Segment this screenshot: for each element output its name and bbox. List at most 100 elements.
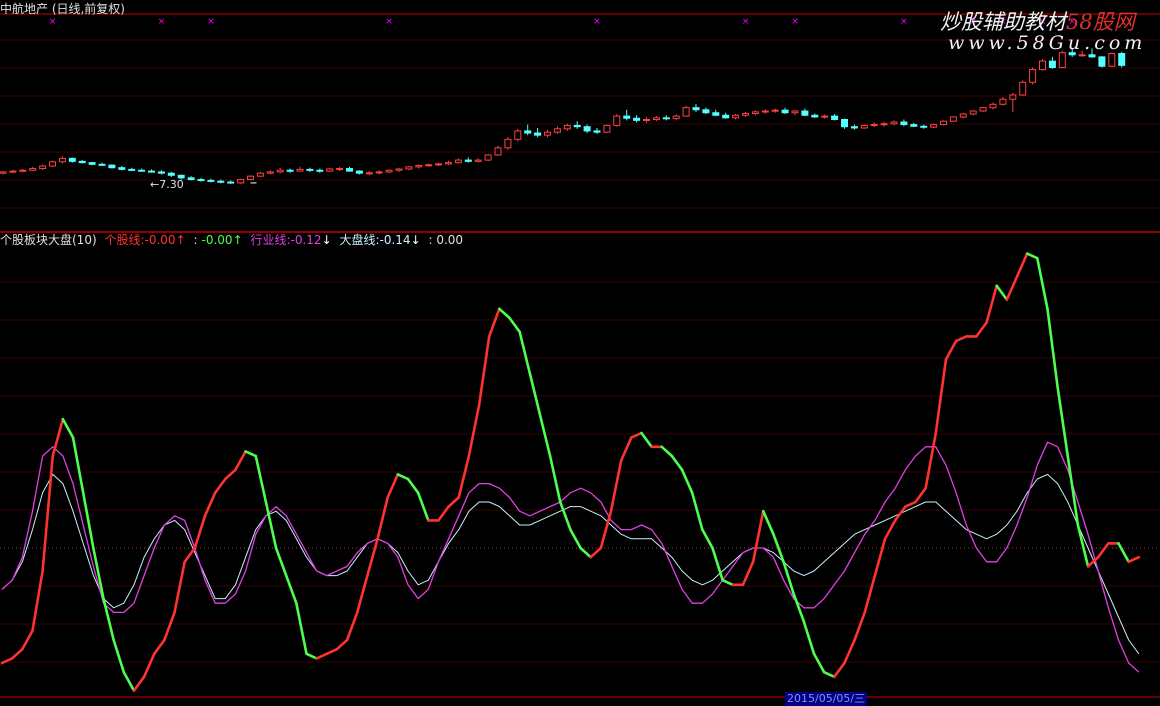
candle-body	[593, 130, 601, 133]
candle-body	[306, 168, 314, 171]
stock-line-segment	[904, 500, 917, 508]
stock-line-segment	[61, 417, 75, 439]
stock-line-segment	[883, 519, 897, 541]
stock-line-segment	[437, 505, 450, 522]
candle-body	[969, 110, 977, 115]
candle-body	[88, 162, 96, 165]
candle-body	[68, 157, 76, 162]
candle-body	[365, 172, 373, 175]
candle-body	[999, 98, 1007, 105]
candle-body	[1058, 52, 1066, 68]
candle-body	[474, 159, 482, 162]
candle-body	[375, 171, 383, 174]
stock-line-segment	[386, 473, 400, 499]
candle-body	[1108, 53, 1116, 67]
event-marker: ×	[742, 17, 750, 27]
candle-body	[385, 169, 393, 173]
candle-body	[751, 111, 759, 115]
candle-body	[425, 164, 433, 167]
stock-line-segment	[1036, 256, 1049, 311]
stock-line-segment	[1025, 252, 1039, 260]
industry-line	[1, 441, 1140, 673]
candle-body	[197, 179, 205, 182]
candle-body	[672, 115, 680, 120]
candle-body	[247, 175, 254, 181]
stock-line-segment	[1127, 555, 1141, 564]
candle-body	[464, 159, 472, 162]
candle-body	[237, 179, 245, 184]
stock-line-segment	[853, 611, 867, 642]
candle-body	[623, 115, 631, 119]
candle-body	[821, 115, 829, 118]
candle-body	[484, 154, 492, 161]
candle-body	[207, 179, 215, 182]
candle-body	[959, 113, 967, 118]
candle-body	[1009, 94, 1017, 100]
stock-line-segment	[741, 560, 755, 587]
candle-body	[445, 162, 452, 165]
candle-body	[544, 131, 551, 136]
candle-body	[831, 115, 839, 120]
stock-line-segment	[122, 670, 136, 692]
event-marker: ×	[900, 17, 908, 27]
event-marker: ×	[791, 17, 799, 27]
stock-line-segment	[701, 528, 714, 550]
candle-body	[286, 169, 294, 172]
event-marker: ×	[158, 17, 166, 27]
candle-body	[771, 109, 779, 112]
candle-body	[227, 181, 235, 184]
stock-line-segment	[528, 371, 542, 416]
candle-body	[355, 170, 363, 174]
stock-line-segment	[254, 454, 268, 504]
candle-body	[989, 103, 997, 109]
stock-line-segment	[863, 574, 877, 614]
header-item-stock-down: : -0.00↑	[193, 233, 243, 247]
stock-line-segment	[203, 491, 217, 518]
candle-body	[454, 159, 462, 164]
stock-line-segment	[10, 647, 24, 660]
candle-body	[326, 168, 334, 172]
candle-body	[167, 172, 175, 176]
candle-body	[940, 120, 947, 126]
stock-line-segment	[579, 546, 593, 559]
stock-line-segment	[1015, 252, 1029, 278]
candle-body	[583, 126, 591, 132]
candle-body	[890, 121, 898, 125]
candle-body	[979, 107, 987, 112]
event-marker: ×	[49, 17, 57, 27]
stock-line-segment	[914, 486, 927, 504]
stock-line-segment	[751, 509, 765, 564]
stock-line-segment	[832, 661, 846, 679]
candle-body	[78, 160, 86, 164]
candle-body	[553, 128, 561, 133]
stock-line-segment	[41, 454, 55, 573]
header-item-market: 大盘线:-0.14↓	[339, 233, 421, 247]
candle-body	[643, 118, 650, 121]
candle-body	[742, 113, 749, 116]
stock-line-segment	[457, 454, 471, 499]
candle-body	[910, 124, 918, 127]
candle-body	[266, 171, 274, 174]
stock-line-segment	[81, 491, 95, 550]
candle-body	[138, 169, 146, 172]
candle-body	[850, 126, 858, 129]
stock-line-segment	[376, 496, 390, 541]
stock-line-segment	[792, 592, 806, 623]
header-item-industry: 行业线:-0.12↓	[250, 233, 332, 247]
stock-line-segment	[31, 569, 44, 633]
candle-body	[504, 138, 512, 149]
candle-body	[811, 114, 819, 118]
stock-line-segment	[477, 335, 491, 407]
candle-body	[49, 161, 56, 167]
stock-line-segment	[152, 638, 166, 656]
candle-body	[118, 167, 126, 170]
stock-line-segment	[812, 652, 826, 674]
stock-line-segment	[873, 537, 887, 577]
candle-body	[217, 180, 225, 183]
stock-line-segment	[1005, 275, 1019, 301]
candle-body	[296, 168, 304, 172]
stock-chart-canvas[interactable]: ×××××××××××××××	[0, 0, 1160, 701]
candle-body	[395, 168, 403, 171]
stock-line-segment	[264, 500, 278, 550]
stock-line-segment	[224, 468, 237, 481]
